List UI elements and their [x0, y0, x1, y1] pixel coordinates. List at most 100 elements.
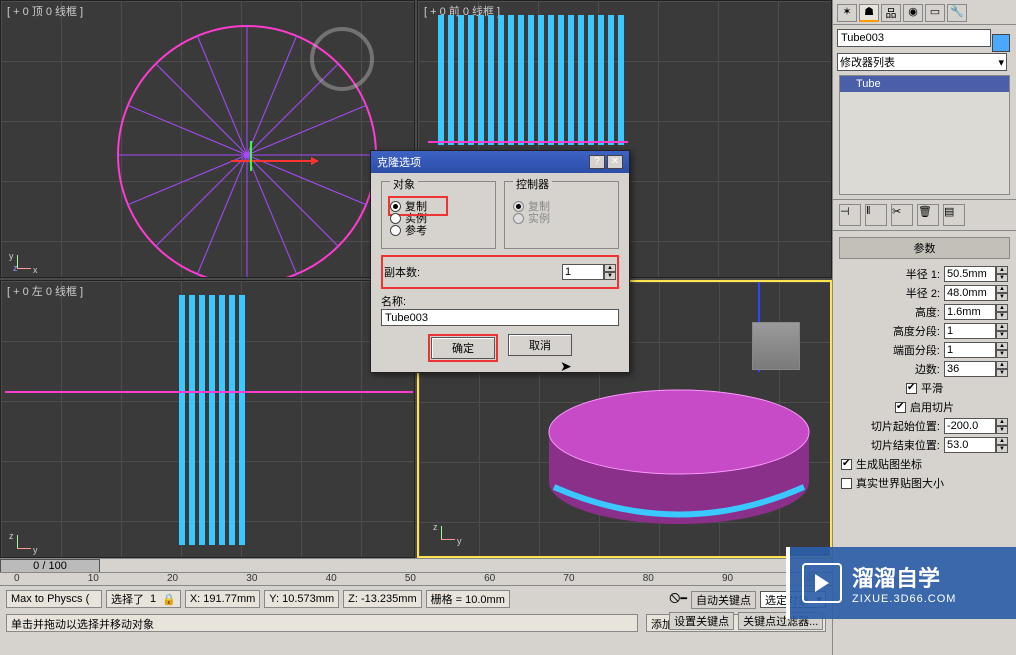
watermark: 溜溜自学 ZIXUE.3D66.COM	[786, 547, 1016, 619]
copies-input[interactable]	[562, 264, 604, 280]
slice-label: 启用切片	[910, 399, 954, 415]
viewport-top[interactable]: [ + 0 顶 0 线框 ] yxz	[0, 0, 415, 278]
object-group: 对象 复制 实例 参考	[381, 181, 496, 249]
timeline[interactable]: 0 / 100 0102030405060708090100	[0, 558, 832, 586]
reference-label: 参考	[405, 222, 427, 238]
modifier-list-dropdown[interactable]: 修改器列表▾	[837, 53, 1007, 71]
object-color-swatch[interactable]	[992, 34, 1010, 52]
left-line	[5, 391, 413, 393]
radio-reference[interactable]	[390, 225, 401, 236]
tab-modify[interactable]: ☗	[859, 4, 879, 22]
pin-stack-icon[interactable]: ⊣	[839, 204, 861, 226]
tab-hierarchy[interactable]: 品	[881, 4, 901, 22]
slice-to-input[interactable]	[944, 437, 996, 453]
rollout-header[interactable]: 参数	[839, 237, 1010, 259]
slice-to-spinner[interactable]: ▲▼	[944, 437, 1008, 453]
configure-icon[interactable]: ▤	[943, 204, 965, 226]
close-button[interactable]: ✕	[607, 155, 623, 169]
tab-display[interactable]: ▭	[925, 4, 945, 22]
ctrl-instance-row: 实例	[513, 210, 610, 226]
front-geom	[438, 15, 628, 145]
csegs-label: 端面分段:	[841, 342, 940, 358]
smooth-check[interactable]	[906, 383, 917, 394]
slice-from-input[interactable]	[944, 418, 996, 434]
csegs-input[interactable]	[944, 342, 996, 358]
slice-from-spinner[interactable]: ▲▼	[944, 418, 1008, 434]
command-tabs: ✶ ☗ 品 ◉ ▭ 🔧	[833, 0, 1016, 25]
copies-spinner[interactable]: ▲▼	[562, 264, 616, 280]
cursor-icon: ➤	[560, 358, 572, 375]
spin-up[interactable]: ▲	[604, 264, 616, 272]
lock-icon[interactable]: 🔒	[162, 593, 176, 606]
stack-toolbar: ⊣ ‖ ✂ 🗑 ▤	[833, 199, 1016, 231]
dialog-title-text: 克隆选项	[377, 154, 421, 170]
coord-z[interactable]: Z: -13.235mm	[343, 590, 421, 608]
help-button[interactable]: ?	[589, 155, 605, 169]
slice-to-label: 切片结束位置:	[841, 437, 940, 453]
radio-copy[interactable]	[390, 201, 401, 212]
selection-status: 选择了 1 🔒	[106, 590, 181, 608]
watermark-en: ZIXUE.3D66.COM	[852, 593, 956, 605]
ctrl-instance-label: 实例	[528, 210, 550, 226]
setkey-button[interactable]: 设置关键点	[669, 612, 734, 630]
radius1-label: 半径 1:	[841, 266, 940, 282]
realworld-check[interactable]	[841, 478, 852, 489]
watermark-zh: 溜溜自学	[852, 561, 956, 593]
radius1-spinner[interactable]: ▲▼	[944, 266, 1008, 282]
prompt-line: 单击并拖动以选择并移动对象	[6, 614, 638, 632]
radius2-spinner[interactable]: ▲▼	[944, 285, 1008, 301]
dialog-titlebar[interactable]: 克隆选项 ? ✕	[371, 151, 629, 173]
tab-motion[interactable]: ◉	[903, 4, 923, 22]
hsegs-spinner[interactable]: ▲▼	[944, 323, 1008, 339]
height-label: 高度:	[841, 304, 940, 320]
sides-spinner[interactable]: ▲▼	[944, 361, 1008, 377]
front-line	[428, 141, 628, 143]
height-input[interactable]	[944, 304, 996, 320]
clone-options-dialog: 克隆选项 ? ✕ 对象 复制 实例 参考	[370, 150, 630, 373]
remove-mod-icon[interactable]: 🗑	[917, 204, 939, 226]
coord-x[interactable]: X: 191.77mm	[185, 590, 260, 608]
time-ruler[interactable]: 0102030405060708090100	[0, 572, 832, 586]
grid-readout: 栅格 = 10.0mm	[426, 590, 510, 608]
cancel-button[interactable]: 取消	[508, 334, 572, 356]
chevron-down-icon: ▾	[998, 56, 1004, 69]
tab-utilities[interactable]: 🔧	[947, 4, 967, 22]
copies-label: 副本数:	[384, 264, 420, 280]
time-slider[interactable]: 0 / 100	[0, 559, 100, 573]
radio-ctrl-instance	[513, 213, 524, 224]
gizmo-axes	[231, 141, 321, 181]
left-geom	[179, 295, 249, 545]
controller-group: 控制器 复制 实例	[504, 181, 619, 249]
viewport-left[interactable]: [ + 0 左 0 线框 ] zy	[0, 280, 415, 558]
radius1-input[interactable]	[944, 266, 996, 282]
name-label: 名称:	[381, 293, 619, 309]
reference-option-row[interactable]: 参考	[390, 222, 487, 238]
key-icon[interactable]: 🛇━	[669, 590, 687, 609]
make-unique-icon[interactable]: ✂	[891, 204, 913, 226]
object-name-input[interactable]	[837, 29, 991, 47]
radius2-label: 半径 2:	[841, 285, 940, 301]
smooth-label: 平滑	[921, 380, 943, 396]
modifier-stack[interactable]: Tube	[839, 75, 1010, 195]
sides-input[interactable]	[944, 361, 996, 377]
spin-down[interactable]: ▼	[604, 272, 616, 280]
stack-item-tube[interactable]: Tube	[840, 76, 1009, 92]
script-listener[interactable]: Max to Physcs (	[6, 590, 102, 608]
slice-check[interactable]	[895, 402, 906, 413]
radio-instance[interactable]	[390, 213, 401, 224]
show-end-icon[interactable]: ‖	[865, 204, 887, 226]
viewcube-ring[interactable]	[310, 27, 374, 91]
genmap-check[interactable]	[841, 459, 852, 470]
height-spinner[interactable]: ▲▼	[944, 304, 1008, 320]
hsegs-label: 高度分段:	[841, 323, 940, 339]
coord-y[interactable]: Y: 10.573mm	[264, 590, 339, 608]
viewcube[interactable]	[752, 322, 800, 370]
radius2-input[interactable]	[944, 285, 996, 301]
realworld-label: 真实世界贴图大小	[856, 475, 944, 491]
hsegs-input[interactable]	[944, 323, 996, 339]
autokey-button[interactable]: 自动关键点	[691, 591, 756, 609]
clone-name-input[interactable]	[381, 309, 619, 326]
tab-create[interactable]: ✶	[837, 4, 857, 22]
ok-button[interactable]: 确定	[431, 337, 495, 359]
csegs-spinner[interactable]: ▲▼	[944, 342, 1008, 358]
